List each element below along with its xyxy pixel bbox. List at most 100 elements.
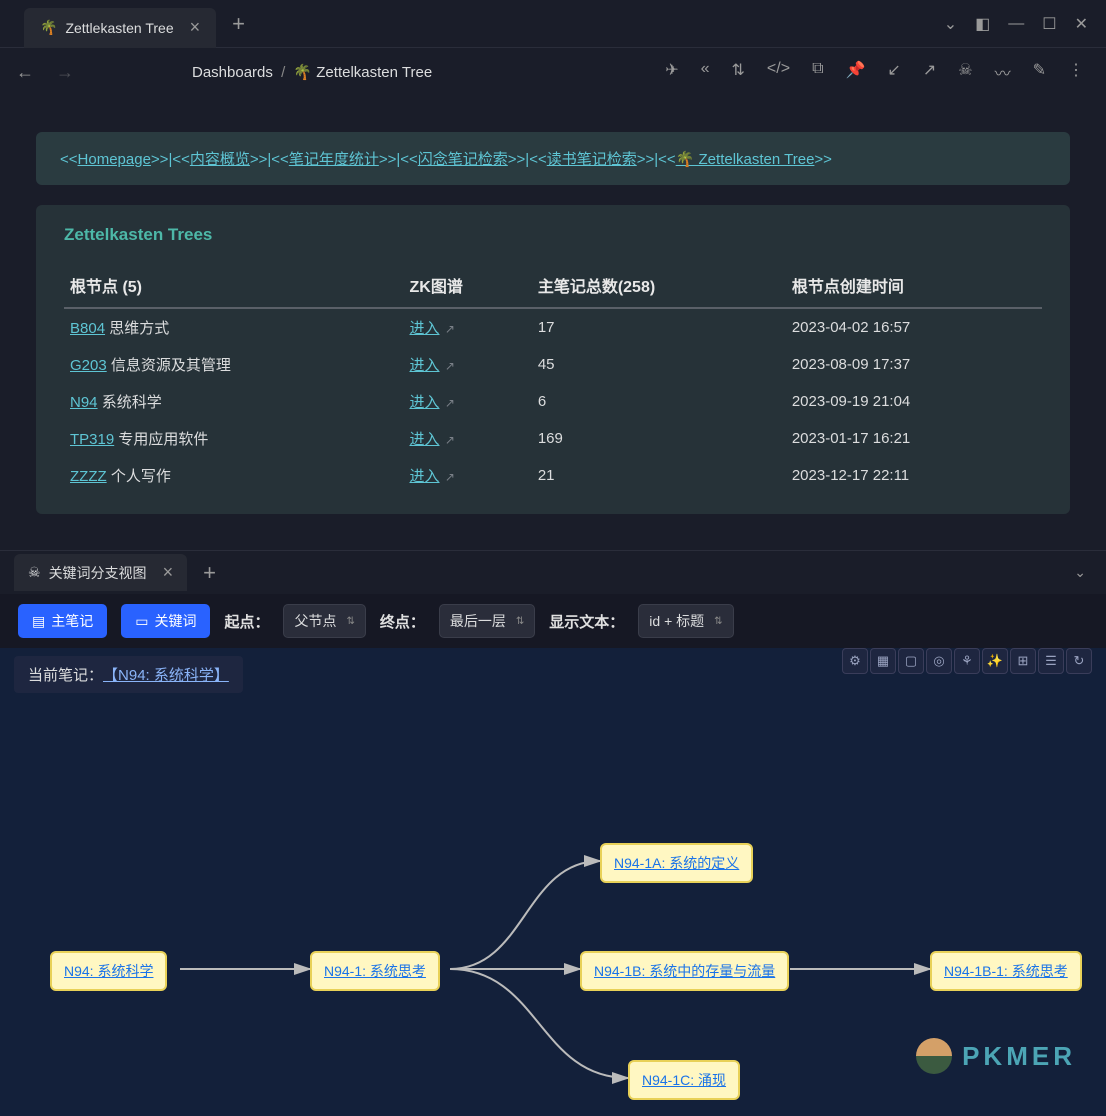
root-id-link[interactable]: G203 bbox=[70, 357, 107, 374]
external-icon: ↗ bbox=[442, 470, 455, 484]
activity-icon[interactable]: 〰 bbox=[995, 60, 1011, 84]
expand-icon[interactable]: ↗ bbox=[923, 60, 936, 84]
window-controls: ⌄ ◧ — ☐ ✕ bbox=[944, 14, 1106, 34]
graph-node[interactable]: N94: 系统科学 bbox=[50, 951, 167, 991]
nav-icons: ✈ « ⇅ </> ⧉ 📌 ↙ ↗ ☠ 〰 ✎ ⋮ bbox=[665, 60, 1094, 84]
root-id-link[interactable]: B804 bbox=[70, 320, 105, 337]
back-icon[interactable]: ← bbox=[12, 58, 38, 87]
current-note-bar: 当前笔记： 【N94: 系统科学】 bbox=[14, 656, 243, 693]
graph-node[interactable]: N94-1: 系统思考 bbox=[310, 951, 440, 991]
enter-link[interactable]: 进入 bbox=[410, 468, 440, 485]
enter-link[interactable]: 进入 bbox=[410, 320, 440, 337]
graph-node[interactable]: N94-1C: 涌现 bbox=[628, 1060, 740, 1100]
ghost-icon[interactable]: ☠ bbox=[958, 60, 972, 84]
rect-icon[interactable]: ▢ bbox=[898, 648, 924, 674]
created-cell: 2023-08-09 17:37 bbox=[786, 346, 1042, 383]
watermark: PKMER bbox=[916, 1038, 1076, 1074]
external-icon: ↗ bbox=[442, 396, 455, 410]
graph-node[interactable]: N94-1B: 系统中的存量与流量 bbox=[580, 951, 789, 991]
watermark-text: PKMER bbox=[962, 1041, 1076, 1072]
window-tab[interactable]: 🌴 Zettlekasten Tree × bbox=[24, 8, 216, 48]
people-icon[interactable]: ⚘ bbox=[954, 648, 980, 674]
nav-link[interactable]: 🌴 Zettelkasten Tree bbox=[676, 151, 815, 168]
enter-link[interactable]: 进入 bbox=[410, 357, 440, 374]
collapse-icon[interactable]: ↙ bbox=[887, 60, 900, 84]
diagram-canvas[interactable]: PKMER N94: 系统科学 N94-1: 系统思考 N94-1A: 系统的定义 N… bbox=[0, 693, 1106, 1116]
current-note-link[interactable]: 【N94: 系统科学】 bbox=[103, 664, 229, 685]
new-tab-button[interactable]: + bbox=[203, 560, 216, 586]
nav-links-box: <<Homepage>>|<<内容概览>>|<<笔记年度统计>>|<<闪念笔记检… bbox=[36, 132, 1070, 185]
more-icon[interactable]: ⋮ bbox=[1068, 60, 1084, 84]
pin-icon[interactable]: 📌 bbox=[846, 60, 866, 84]
end-label: 终点： bbox=[380, 611, 425, 632]
enter-link[interactable]: 进入 bbox=[410, 431, 440, 448]
btn-keyword-label: 关键词 bbox=[154, 611, 196, 631]
root-id-link[interactable]: N94 bbox=[70, 394, 98, 411]
list-icon[interactable]: ☰ bbox=[1038, 648, 1064, 674]
node-link[interactable]: N94-1B: 系统中的存量与流量 bbox=[594, 963, 775, 979]
node-link[interactable]: N94: 系统科学 bbox=[64, 963, 153, 979]
copy-icon[interactable]: ⧉ bbox=[812, 60, 823, 84]
diagram-mini-toolbar: ⚙ ▦ ▢ ◎ ⚘ ✨ ⊞ ☰ ↻ bbox=[842, 648, 1092, 674]
code-icon[interactable]: </> bbox=[767, 60, 790, 84]
lower-tab-strip: ☠ 关键词分支视图 × + ⌄ bbox=[0, 550, 1106, 594]
breadcrumb-parent[interactable]: Dashboards bbox=[192, 64, 273, 81]
graph-node[interactable]: N94-1B-1: 系统思考 bbox=[930, 951, 1082, 991]
rewind-icon[interactable]: « bbox=[701, 60, 710, 84]
keyword-button[interactable]: ▭ 关键词 bbox=[121, 604, 210, 638]
maximize-icon[interactable]: ☐ bbox=[1042, 14, 1056, 34]
count-cell: 17 bbox=[532, 308, 786, 346]
send-icon[interactable]: ✈ bbox=[665, 60, 678, 84]
table-row: ZZZZ 个人写作进入 ↗212023-12-17 22:11 bbox=[64, 457, 1042, 494]
col-total: 主笔记总数(258) bbox=[532, 263, 786, 308]
root-id-link[interactable]: TP319 bbox=[70, 431, 114, 448]
minimize-icon[interactable]: — bbox=[1008, 15, 1024, 33]
breadcrumb-emoji: 🌴 bbox=[293, 64, 312, 81]
lower-tab[interactable]: ☠ 关键词分支视图 × bbox=[14, 554, 187, 591]
nav-link[interactable]: Homepage bbox=[78, 151, 151, 168]
current-note-label: 当前笔记： bbox=[28, 664, 103, 685]
forward-icon[interactable]: → bbox=[52, 58, 78, 87]
root-name: 个人写作 bbox=[111, 468, 171, 485]
chevron-down-icon[interactable]: ⌄ bbox=[944, 14, 957, 34]
wand-icon[interactable]: ✨ bbox=[982, 648, 1008, 674]
main-note-button[interactable]: ▤ 主笔记 bbox=[18, 604, 107, 638]
nav-link[interactable]: 内容概览 bbox=[190, 151, 250, 168]
sidebar-toggle-icon[interactable]: ◧ bbox=[975, 14, 990, 34]
enter-link[interactable]: 进入 bbox=[410, 394, 440, 411]
start-select[interactable]: 父节点 ⇅ bbox=[283, 604, 365, 638]
caret-icon: ⇅ bbox=[516, 616, 524, 627]
root-id-link[interactable]: ZZZZ bbox=[70, 468, 107, 485]
table-icon[interactable]: ⊞ bbox=[1010, 648, 1036, 674]
chevron-down-icon[interactable]: ⌄ bbox=[1074, 564, 1086, 581]
edit-icon[interactable]: ✎ bbox=[1033, 60, 1046, 84]
gear-icon[interactable]: ⚙ bbox=[842, 648, 868, 674]
graph-node[interactable]: N94-1A: 系统的定义 bbox=[600, 843, 753, 883]
col-created: 根节点创建时间 bbox=[786, 263, 1042, 308]
root-name: 信息资源及其管理 bbox=[111, 357, 231, 374]
sort-icon[interactable]: ⇅ bbox=[732, 60, 745, 84]
new-tab-button[interactable]: + bbox=[232, 11, 245, 37]
end-select[interactable]: 最后一层 ⇅ bbox=[439, 604, 535, 638]
refresh-icon[interactable]: ↻ bbox=[1066, 648, 1092, 674]
close-icon[interactable]: × bbox=[190, 17, 201, 38]
caret-icon: ⇅ bbox=[714, 616, 722, 627]
node-link[interactable]: N94-1A: 系统的定义 bbox=[614, 855, 739, 871]
node-link[interactable]: N94-1C: 涌现 bbox=[642, 1072, 726, 1088]
table-row: N94 系统科学进入 ↗62023-09-19 21:04 bbox=[64, 383, 1042, 420]
grid-icon[interactable]: ▦ bbox=[870, 648, 896, 674]
target-icon[interactable]: ◎ bbox=[926, 648, 952, 674]
nav-link[interactable]: 笔记年度统计 bbox=[289, 151, 379, 168]
nav-link[interactable]: 闪念笔记检索 bbox=[418, 151, 508, 168]
nav-link[interactable]: 读书笔记检索 bbox=[547, 151, 637, 168]
col-graph: ZK图谱 bbox=[404, 263, 532, 308]
node-link[interactable]: N94-1: 系统思考 bbox=[324, 963, 426, 979]
count-cell: 21 bbox=[532, 457, 786, 494]
close-window-icon[interactable]: ✕ bbox=[1075, 14, 1088, 34]
table-row: B804 思维方式进入 ↗172023-04-02 16:57 bbox=[64, 308, 1042, 346]
close-icon[interactable]: × bbox=[163, 562, 174, 583]
node-link[interactable]: N94-1B-1: 系统思考 bbox=[944, 963, 1068, 979]
caret-icon: ⇅ bbox=[346, 616, 354, 627]
card-icon: ▭ bbox=[135, 613, 148, 630]
display-select[interactable]: id + 标题 ⇅ bbox=[638, 604, 733, 638]
